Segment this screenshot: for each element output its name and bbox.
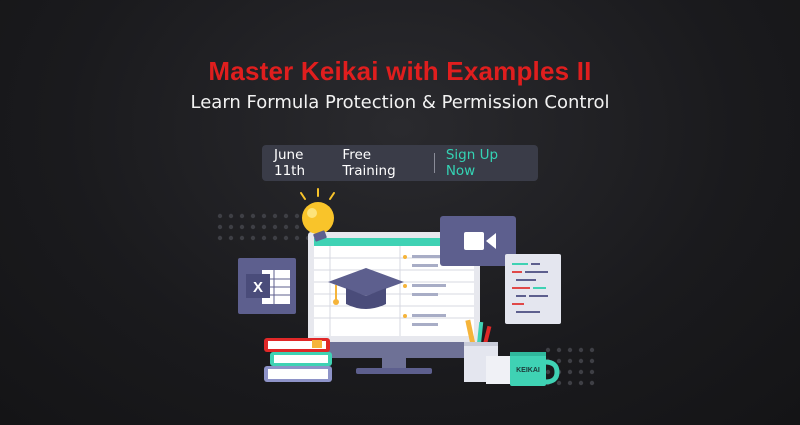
grid-dot bbox=[250, 235, 256, 241]
grid-dot bbox=[545, 347, 551, 353]
excel-letter: X bbox=[253, 279, 263, 296]
grid-dot bbox=[239, 213, 245, 219]
keikai-mug-icon: KEIKAI bbox=[486, 352, 560, 386]
grid-dot bbox=[578, 347, 584, 353]
grid-dot bbox=[217, 224, 223, 230]
grid-dot bbox=[272, 235, 278, 241]
grid-dot bbox=[589, 347, 595, 353]
grid-dot bbox=[545, 369, 551, 375]
mug-label: KEIKAI bbox=[516, 367, 540, 374]
grid-dot bbox=[239, 235, 245, 241]
grid-dot bbox=[261, 224, 267, 230]
grid-dot bbox=[228, 235, 234, 241]
grid-dot bbox=[261, 213, 267, 219]
grid-dot bbox=[283, 235, 289, 241]
grid-dot bbox=[556, 358, 562, 364]
grid-dot bbox=[589, 380, 595, 386]
grid-dot bbox=[567, 380, 573, 386]
grid-dot bbox=[272, 224, 278, 230]
grid-dot bbox=[217, 235, 223, 241]
illustration: X KEIKAI bbox=[217, 188, 595, 386]
grid-dot bbox=[589, 358, 595, 364]
code-document-icon bbox=[505, 254, 561, 324]
grid-dot bbox=[567, 369, 573, 375]
excel-icon: X bbox=[238, 258, 296, 314]
grid-dot bbox=[283, 224, 289, 230]
grid-dot bbox=[567, 347, 573, 353]
grid-dot bbox=[556, 380, 562, 386]
grid-dot bbox=[578, 380, 584, 386]
video-camera-icon bbox=[440, 216, 516, 266]
grid-dot bbox=[556, 347, 562, 353]
grid-dot bbox=[294, 235, 300, 241]
grid-dot bbox=[294, 224, 300, 230]
grid-dot bbox=[283, 213, 289, 219]
grid-dot bbox=[228, 224, 234, 230]
grid-dot bbox=[250, 213, 256, 219]
grid-dot bbox=[228, 213, 234, 219]
grid-dot bbox=[261, 235, 267, 241]
book-stack-icon bbox=[264, 338, 332, 382]
grid-dot bbox=[294, 213, 300, 219]
grid-dot bbox=[578, 358, 584, 364]
grid-dot bbox=[250, 224, 256, 230]
grid-dot bbox=[578, 369, 584, 375]
grid-dot bbox=[272, 213, 278, 219]
grid-dot bbox=[239, 224, 245, 230]
grid-dot bbox=[217, 213, 223, 219]
grid-dot bbox=[567, 358, 573, 364]
grid-dot bbox=[589, 369, 595, 375]
